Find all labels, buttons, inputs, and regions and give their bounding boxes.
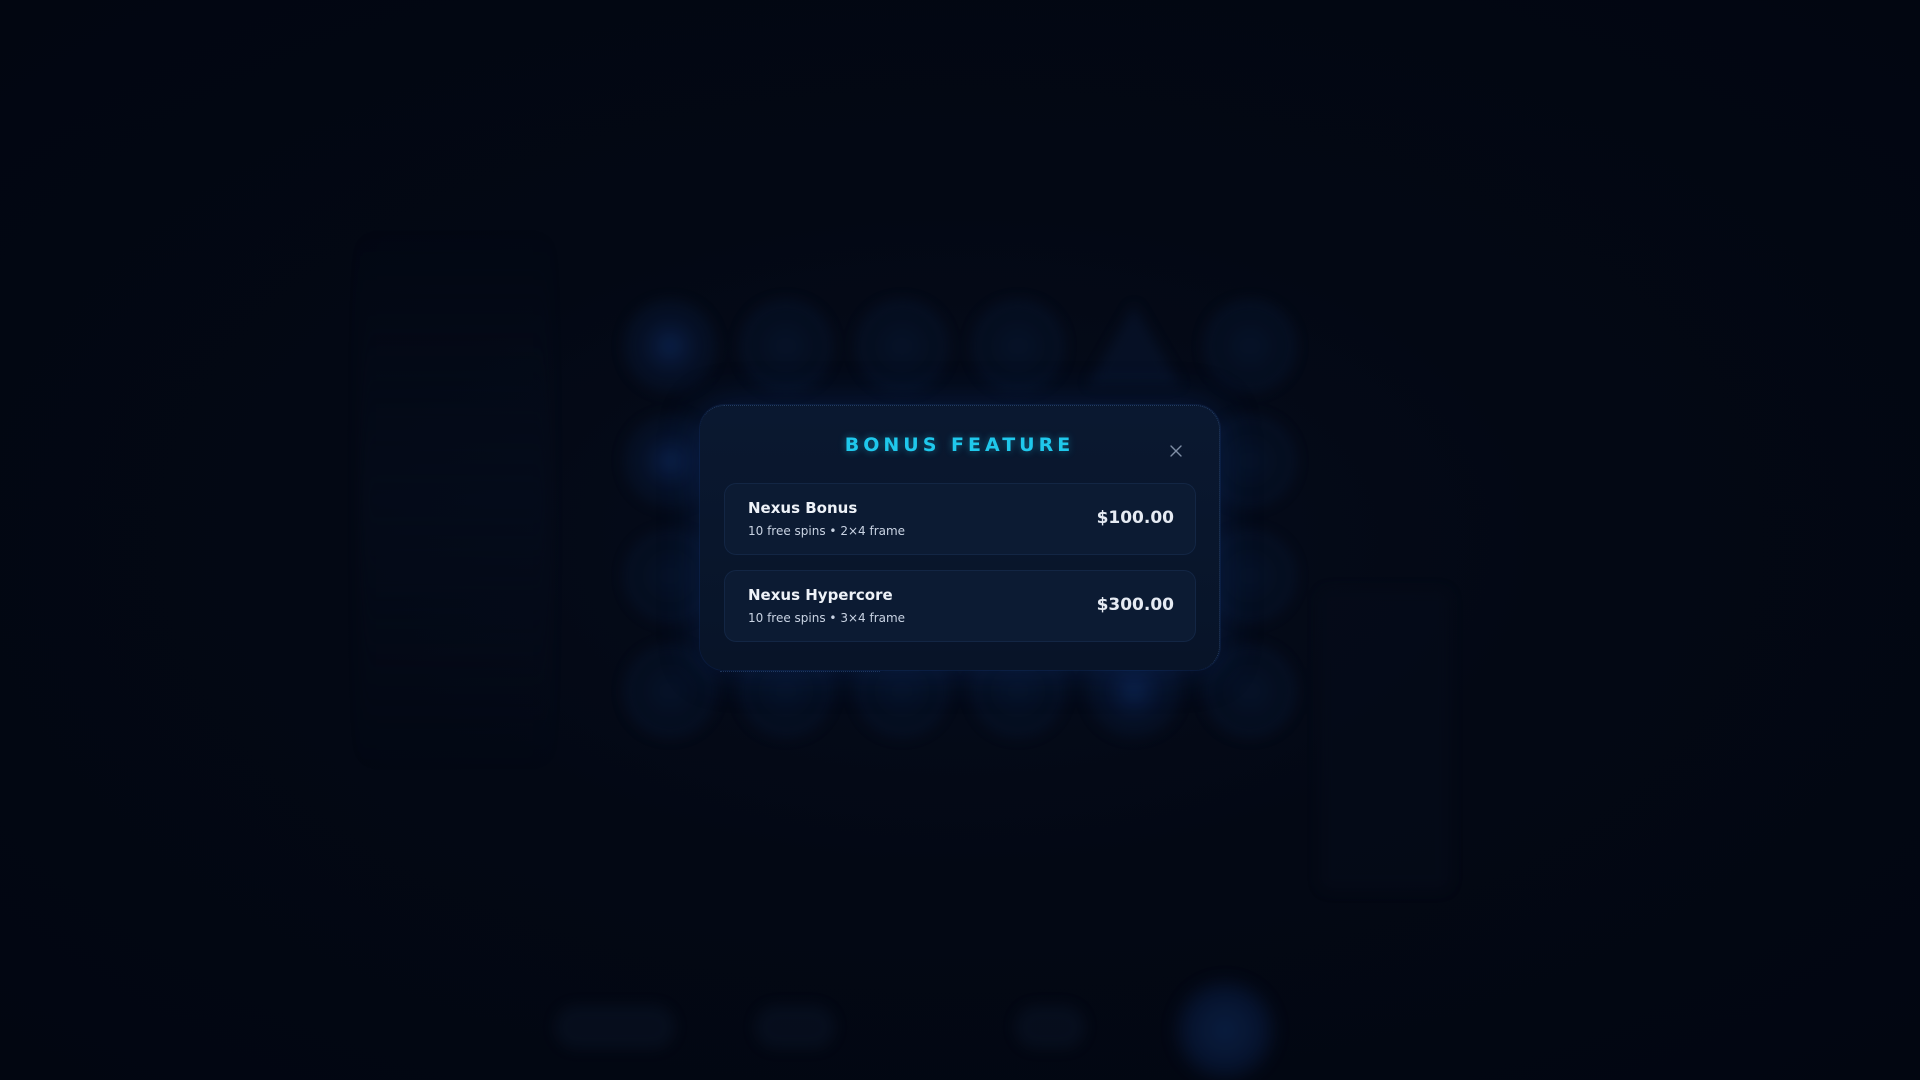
- reel-symbol: [856, 300, 948, 392]
- bonus-option-nexus-hypercore[interactable]: Nexus Hypercore 10 free spins • 3×4 fram…: [724, 570, 1196, 642]
- close-button[interactable]: [1165, 440, 1187, 462]
- modal-title: BONUS FEATURE: [844, 434, 1075, 456]
- reel-symbol: [624, 300, 716, 392]
- reel-symbol: [972, 300, 1064, 392]
- option-description: 10 free spins • 3×4 frame: [748, 611, 906, 625]
- reel-symbol: [740, 300, 832, 392]
- background-panel-right: [1320, 590, 1450, 890]
- close-icon: [1170, 445, 1182, 457]
- reel-symbol: [1204, 645, 1296, 737]
- reel-symbol: [1088, 305, 1180, 385]
- option-price: $300.00: [1096, 595, 1174, 615]
- game-screen: BONUS FEATURE Nexus Bonus 10 free spins …: [0, 0, 1920, 1080]
- background-control: [755, 1005, 835, 1049]
- option-name: Nexus Bonus: [748, 499, 858, 517]
- bonus-feature-modal: BONUS FEATURE Nexus Bonus 10 free spins …: [700, 405, 1220, 670]
- option-description: 10 free spins • 2×4 frame: [748, 524, 906, 538]
- bonus-option-nexus-bonus[interactable]: Nexus Bonus 10 free spins • 2×4 frame $1…: [724, 483, 1196, 555]
- option-name: Nexus Hypercore: [748, 586, 893, 604]
- reel-symbol: [624, 645, 716, 737]
- modal-edge-decoration: [720, 671, 880, 674]
- background-control: [1015, 1005, 1085, 1049]
- reel-symbol: [1204, 300, 1296, 392]
- background-spin-button: [1170, 975, 1280, 1080]
- background-control: [555, 1005, 675, 1049]
- option-price: $100.00: [1096, 508, 1174, 528]
- background-panel-left: [360, 230, 550, 770]
